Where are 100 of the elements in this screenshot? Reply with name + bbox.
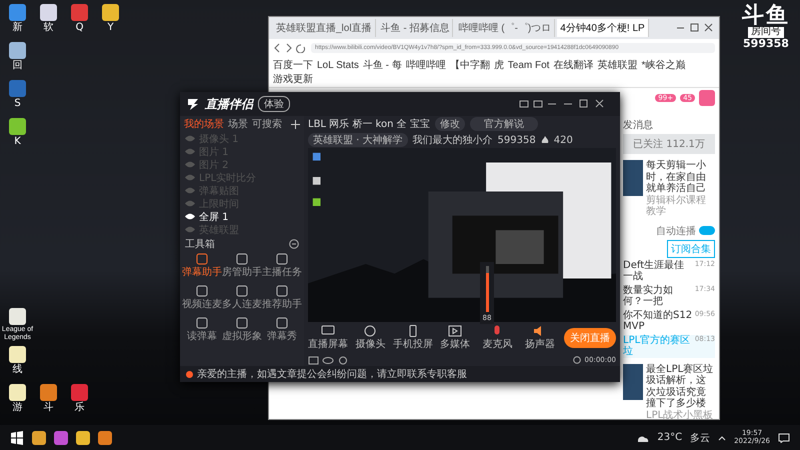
shortcut-icon[interactable] — [9, 308, 26, 325]
tool-icon — [236, 285, 248, 297]
icon-label: 线 — [12, 364, 24, 375]
browser-tab[interactable]: 4分钟40多个梗! LP — [557, 19, 649, 37]
temperature: 23°C — [657, 432, 682, 443]
tool-icon — [196, 253, 208, 265]
tool-button[interactable]: 虚拟形象 — [222, 315, 262, 345]
tool-icon — [276, 253, 288, 265]
logo-text: 斗鱼 — [742, 4, 790, 28]
icon-label: S — [13, 98, 22, 109]
icon-label: 回 — [12, 60, 24, 71]
source-control-button[interactable]: 扬声器 — [520, 325, 560, 351]
tray-caret-icon[interactable] — [718, 434, 726, 440]
upload-button[interactable] — [699, 90, 715, 106]
edit-button[interactable]: 修改 — [434, 117, 465, 131]
toolbox-title: 工具箱 — [185, 238, 215, 250]
tool-button[interactable]: 多人连麦 — [222, 283, 262, 313]
room-number: 599358 — [498, 134, 536, 146]
tool-button[interactable]: 房管助手 — [222, 251, 262, 281]
source-control-button[interactable]: 麦克风 — [477, 325, 518, 351]
follow-button[interactable]: 已关注 112.1万 — [623, 134, 715, 154]
tool-icon — [276, 285, 288, 297]
shortcut-icon[interactable] — [40, 4, 57, 21]
category-button[interactable]: 英雄联盟 · 大神解学 — [308, 133, 408, 147]
window-controls-icon[interactable] — [675, 23, 715, 33]
camera-icon — [363, 325, 378, 337]
notification-icon[interactable] — [778, 432, 790, 442]
bookmark-link[interactable]: LoL Stats — [317, 60, 359, 70]
browser-tab[interactable]: 斗鱼 - 招募信息 — [378, 19, 454, 37]
announcement-button[interactable]: 官方解说 — [470, 117, 538, 131]
app-logo-icon — [186, 97, 200, 111]
source-control-button[interactable]: 手机投屏 — [392, 325, 433, 351]
scene-tab[interactable]: 场景 — [228, 117, 248, 131]
tool-button[interactable]: 弹幕秀 — [262, 315, 302, 345]
app-icon[interactable] — [54, 430, 68, 444]
bookmark-link[interactable]: 游戏更新 — [273, 72, 313, 86]
icon-label: 乐 — [74, 402, 86, 413]
shortcut-icon[interactable] — [9, 346, 26, 363]
notice-text: 亲爱的主播，如遇文章提公会纠纷问题，请立即联系专职客服 — [197, 368, 467, 381]
icon-label: 新 — [12, 22, 24, 33]
bookmark-link[interactable]: 【中字翻 — [450, 58, 490, 72]
room-label: 房间号 — [748, 27, 784, 38]
tool-icon — [236, 253, 248, 265]
popularity-count: 420 — [554, 134, 573, 146]
app-icon[interactable] — [76, 430, 90, 444]
bookmark-link[interactable]: *峡谷之巅 — [641, 58, 686, 72]
source-control-button[interactable]: 多媒体 — [434, 325, 476, 351]
shortcut-icon[interactable] — [9, 118, 26, 135]
source-control-button[interactable]: 摄像头 — [350, 325, 391, 351]
browser-tab[interactable]: 英雄联盟直播_lol直播 — [273, 19, 376, 37]
monitor-icon — [321, 325, 336, 337]
message-link[interactable]: 发消息 — [623, 118, 715, 132]
bookmark-link[interactable]: 哔哩哔哩 — [406, 58, 446, 72]
scene-tab[interactable]: 可搜索 — [252, 117, 282, 131]
app-icon[interactable] — [98, 430, 112, 444]
tool-button[interactable]: 视频连麦 — [182, 283, 222, 313]
bookmark-link[interactable]: 英雄联盟 — [597, 58, 638, 72]
tool-button[interactable]: 弹幕助手 — [182, 251, 222, 281]
autoplay-toggle[interactable] — [699, 226, 715, 235]
icon-label: 游 — [12, 402, 24, 413]
icon-label: Y — [106, 22, 115, 33]
browser-icon[interactable] — [32, 430, 46, 444]
video-author: LPL战术小黑板 — [646, 410, 714, 421]
icon-label: Q — [74, 22, 84, 33]
more-icon[interactable] — [289, 238, 299, 248]
tool-button[interactable]: 推荐助手 — [262, 283, 302, 313]
source-item[interactable]: 全屏 1 — [182, 210, 302, 223]
notice-icon — [186, 370, 193, 378]
video-title[interactable]: 最全LPL赛区垃圾话解析，这次垃圾话究竟撞下了多少楼 — [646, 364, 715, 410]
bookmark-link[interactable]: 在线翻译 — [553, 58, 594, 72]
icon-label: 软 — [42, 22, 54, 33]
windows-start-icon[interactable] — [10, 430, 24, 444]
bookmark-link[interactable]: 百度一下 — [273, 58, 313, 72]
navigation-icon[interactable] — [273, 43, 307, 53]
video-thumbnail[interactable] — [623, 364, 643, 400]
bookmark-link[interactable]: 斗鱼 - 每 — [362, 58, 402, 72]
play-icon — [448, 325, 462, 337]
tool-button[interactable]: 读弹幕 — [182, 315, 222, 345]
scene-tab[interactable]: 我的场景 — [184, 117, 224, 131]
ad-source: 剪辑科尔课程教学 — [646, 194, 707, 218]
shortcut-icon[interactable] — [9, 384, 26, 401]
tool-button[interactable]: 主播任务 — [262, 251, 302, 281]
clock-icon — [572, 356, 581, 364]
browser-tab[interactable]: 哔哩哔哩 (゜-゜)つロ — [455, 19, 556, 37]
app-name: 直播伴侣 — [205, 96, 253, 112]
flame-icon — [540, 136, 549, 144]
shortcut-icon[interactable] — [40, 384, 57, 401]
icon-label: K — [13, 136, 22, 147]
ad-title[interactable]: 每天剪辑一小时，在家自由就单养活自己 — [646, 160, 715, 194]
bookmark-link[interactable]: Team Fot — [508, 60, 550, 70]
tool-icon — [276, 317, 288, 329]
shortcut-icon[interactable] — [9, 42, 26, 59]
add-icon[interactable] — [291, 120, 300, 128]
shortcut-icon[interactable] — [102, 4, 119, 21]
source-control-button[interactable]: 直播屏幕 — [308, 325, 348, 351]
icon-label: 斗 — [42, 402, 54, 413]
stream-title: LBL 网乐 桥一 kon 全 宝宝 — [308, 118, 430, 131]
bookmark-link[interactable]: 虎 — [494, 58, 504, 72]
video-thumbnail[interactable] — [623, 160, 643, 196]
room-number: 599358 — [743, 38, 789, 50]
